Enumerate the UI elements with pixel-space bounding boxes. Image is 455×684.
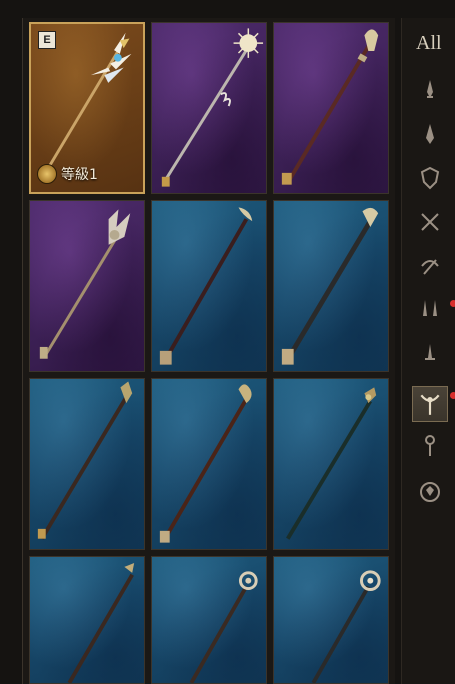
category-shield[interactable] [412, 160, 448, 196]
item-slot-staff-6[interactable] [273, 200, 389, 372]
category-sidebar: All [401, 18, 455, 684]
banded-staff-icon [281, 207, 379, 365]
equipped-badge: E [38, 31, 56, 49]
item-grid: E 等級1 [22, 18, 395, 684]
claw-icon [426, 124, 434, 144]
flame-staff-icon [159, 384, 252, 543]
spiked-staff-icon [39, 209, 131, 359]
item-slot-staff-9[interactable] [273, 378, 389, 550]
item-slot-staff-10[interactable] [29, 556, 145, 684]
item-slot-staff-12[interactable] [273, 556, 389, 684]
crossed-swords-icon [421, 213, 439, 231]
notification-dot [450, 392, 455, 399]
staff-icon [420, 394, 440, 415]
category-wand[interactable] [412, 428, 448, 464]
category-crossed-swords[interactable] [412, 204, 448, 240]
dark-staff-icon [286, 387, 377, 540]
crossbow-icon [421, 259, 439, 275]
category-staff[interactable] [412, 386, 448, 422]
level-label: 等級1 [61, 167, 98, 183]
item-slot-staff-1[interactable]: E 等級1 [29, 22, 145, 194]
shield-icon [420, 166, 440, 190]
category-sword[interactable] [412, 336, 448, 372]
ring-staff-icon [189, 571, 258, 683]
category-daggers[interactable] [412, 292, 448, 328]
level-row: 等級1 [37, 164, 98, 184]
category-orb[interactable] [412, 474, 448, 510]
dagger-icon [427, 80, 433, 98]
orb-icon [420, 482, 440, 502]
item-slot-staff-11[interactable] [151, 556, 267, 684]
sword-icon [425, 344, 435, 360]
category-claw[interactable] [412, 116, 448, 152]
notification-dot [450, 300, 455, 307]
orb-ring-staff-icon [311, 570, 381, 683]
simple-staff-icon [67, 563, 135, 683]
item-slot-staff-2[interactable] [151, 22, 267, 194]
category-dagger[interactable] [412, 72, 448, 108]
item-slot-staff-3[interactable] [273, 22, 389, 194]
crescent-staff-icon [159, 207, 253, 365]
all-category-tab[interactable]: All [416, 32, 442, 55]
sun-staff-icon [161, 28, 264, 187]
item-slot-staff-5[interactable] [151, 200, 267, 372]
item-slot-staff-7[interactable] [29, 378, 145, 550]
wand-icon [425, 435, 435, 456]
gnarled-staff-icon [37, 381, 133, 540]
category-crossbow[interactable] [412, 248, 448, 284]
item-slot-staff-4[interactable] [29, 200, 145, 372]
item-slot-staff-8[interactable] [151, 378, 267, 550]
daggers-icon [423, 300, 437, 316]
level-emblem-icon [37, 164, 57, 184]
scepter-staff-icon [281, 29, 379, 185]
